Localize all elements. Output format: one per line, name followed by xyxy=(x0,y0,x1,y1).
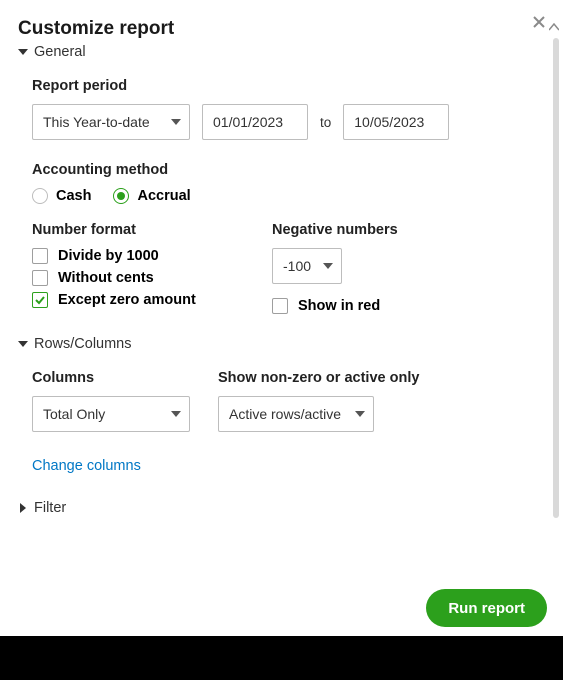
change-columns-link[interactable]: Change columns xyxy=(32,450,190,478)
radio-cash[interactable]: Cash xyxy=(32,188,91,204)
scrollbar[interactable] xyxy=(553,38,559,518)
date-to-label: to xyxy=(320,115,331,130)
caret-down-icon xyxy=(355,411,365,417)
caret-down-icon xyxy=(323,263,333,269)
caret-down-icon xyxy=(18,49,28,55)
negative-format-select[interactable]: -100 xyxy=(272,248,342,284)
radio-cash-label: Cash xyxy=(56,188,91,204)
negative-numbers-label: Negative numbers xyxy=(272,222,398,238)
check-without-cents[interactable]: Without cents xyxy=(32,270,232,286)
check-except-zero[interactable]: Except zero amount xyxy=(32,292,232,308)
columns-label: Columns xyxy=(32,370,190,386)
section-rows-columns-header[interactable]: Rows/Columns xyxy=(18,330,545,358)
check-show-in-red-label: Show in red xyxy=(298,298,380,314)
run-report-button[interactable]: Run report xyxy=(426,589,547,627)
bottom-bar xyxy=(0,636,563,680)
section-general-label: General xyxy=(34,44,86,60)
radio-icon xyxy=(32,188,48,204)
report-period-label: Report period xyxy=(32,78,545,94)
number-format-label: Number format xyxy=(32,222,232,238)
date-to-input[interactable] xyxy=(343,104,449,140)
date-from-input[interactable] xyxy=(202,104,308,140)
check-divide-1000-label: Divide by 1000 xyxy=(58,248,159,264)
radio-icon xyxy=(113,188,129,204)
check-without-cents-label: Without cents xyxy=(58,270,154,286)
caret-down-icon xyxy=(18,341,28,347)
report-period-select[interactable]: This Year-to-date xyxy=(32,104,190,140)
caret-down-icon xyxy=(171,119,181,125)
caret-right-icon xyxy=(20,503,26,513)
section-general-header[interactable]: General xyxy=(18,38,545,66)
footer: Run report xyxy=(0,580,563,636)
caret-down-icon xyxy=(171,411,181,417)
checkbox-icon xyxy=(32,248,48,264)
panel-collapse-icon[interactable] xyxy=(549,18,559,36)
radio-accrual[interactable]: Accrual xyxy=(113,188,190,204)
radio-accrual-label: Accrual xyxy=(137,188,190,204)
checkbox-icon xyxy=(272,298,288,314)
checkbox-icon xyxy=(32,270,48,286)
columns-value: Total Only xyxy=(43,406,105,422)
columns-select[interactable]: Total Only xyxy=(32,396,190,432)
checkbox-icon xyxy=(32,292,48,308)
section-rows-columns-label: Rows/Columns xyxy=(34,336,132,352)
close-icon[interactable] xyxy=(531,14,547,30)
negative-format-value: -100 xyxy=(283,258,311,274)
check-divide-1000[interactable]: Divide by 1000 xyxy=(32,248,232,264)
report-period-value: This Year-to-date xyxy=(43,114,150,130)
check-except-zero-label: Except zero amount xyxy=(58,292,196,308)
section-filter-header[interactable]: Filter xyxy=(18,494,545,522)
show-nonzero-value: Active rows/active co xyxy=(229,406,345,422)
accounting-method-label: Accounting method xyxy=(32,162,545,178)
check-show-in-red[interactable]: Show in red xyxy=(272,298,398,314)
show-nonzero-select[interactable]: Active rows/active co xyxy=(218,396,374,432)
section-filter-label: Filter xyxy=(34,500,66,516)
show-nonzero-label: Show non-zero or active only xyxy=(218,370,419,386)
